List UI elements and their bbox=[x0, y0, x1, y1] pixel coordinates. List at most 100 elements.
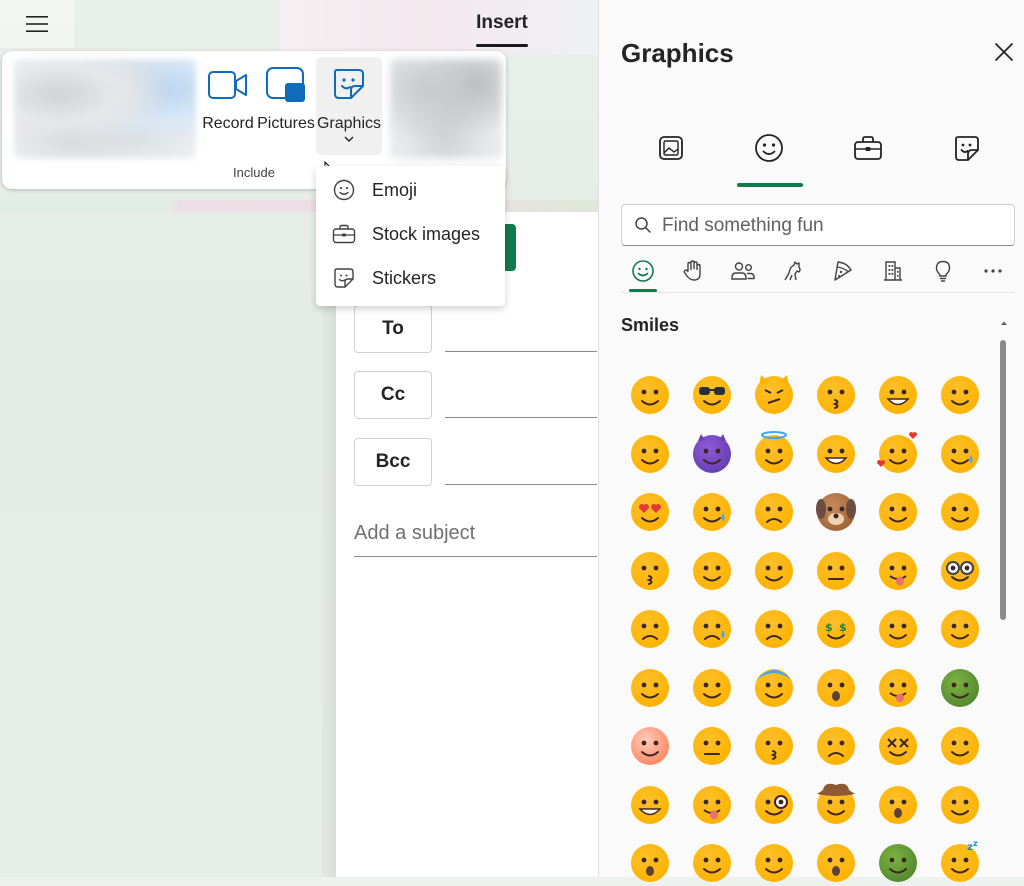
relieved-face-emoji[interactable] bbox=[937, 489, 983, 535]
nerd-face-emoji[interactable] bbox=[937, 548, 983, 594]
sleeping-face-emoji[interactable]: zz bbox=[937, 840, 983, 886]
woozy-face-emoji[interactable] bbox=[937, 723, 983, 769]
sunglasses-face-emoji[interactable] bbox=[689, 372, 735, 418]
menu-item-emoji[interactable]: Emoji bbox=[316, 168, 505, 212]
smirk-face-emoji[interactable] bbox=[689, 665, 735, 711]
shushing-face-emoji[interactable] bbox=[937, 606, 983, 652]
pleading-face-emoji[interactable] bbox=[689, 548, 735, 594]
category-divider bbox=[621, 292, 1015, 293]
neutral-face-emoji[interactable] bbox=[813, 548, 859, 594]
dotted-face-emoji[interactable] bbox=[627, 723, 673, 769]
tab-stickers[interactable] bbox=[947, 128, 987, 168]
vomiting-face-emoji[interactable] bbox=[937, 665, 983, 711]
frowning-face-emoji[interactable] bbox=[627, 606, 673, 652]
weary-face-emoji[interactable] bbox=[875, 489, 921, 535]
subject-input[interactable]: Add a subject bbox=[354, 522, 475, 545]
to-field[interactable] bbox=[445, 351, 597, 352]
graphics-dropdown-menu: Emoji Stock images Stickers bbox=[316, 166, 505, 306]
to-button[interactable]: To bbox=[354, 305, 432, 353]
tab-stock-images[interactable] bbox=[848, 128, 888, 168]
kissing-face-emoji[interactable] bbox=[813, 372, 859, 418]
big-grin-face-emoji[interactable] bbox=[627, 782, 673, 828]
category-hands[interactable] bbox=[678, 256, 708, 286]
angry-cat-emoji[interactable] bbox=[751, 372, 797, 418]
kissing-closed-eyes-face-emoji[interactable] bbox=[751, 723, 797, 769]
smiling-face-emoji[interactable] bbox=[627, 372, 673, 418]
monocle-face-emoji[interactable] bbox=[751, 782, 797, 828]
hushed-face-emoji[interactable] bbox=[813, 840, 859, 886]
screaming-face-emoji[interactable] bbox=[627, 840, 673, 886]
sweat-smile-face-emoji[interactable] bbox=[689, 489, 735, 535]
category-more[interactable] bbox=[978, 256, 1008, 286]
anxious-face-emoji[interactable] bbox=[751, 606, 797, 652]
category-people[interactable] bbox=[728, 256, 758, 286]
smiling-eyes-face-emoji[interactable] bbox=[937, 372, 983, 418]
menu-item-stickers[interactable]: Stickers bbox=[316, 256, 505, 300]
tab-insert[interactable]: Insert bbox=[470, 12, 534, 47]
nauseated-face-emoji[interactable] bbox=[875, 840, 921, 886]
people-icon bbox=[731, 262, 755, 280]
search-input[interactable] bbox=[660, 211, 1004, 241]
cc-button[interactable]: Cc bbox=[354, 371, 432, 419]
astonished-face-emoji[interactable] bbox=[875, 782, 921, 828]
more-icon bbox=[984, 269, 1002, 273]
active-pane-tab-indicator bbox=[737, 183, 803, 187]
tab-emoji[interactable] bbox=[749, 128, 789, 168]
pensive-face-emoji[interactable] bbox=[689, 840, 735, 886]
image-icon bbox=[659, 136, 683, 160]
graphics-button[interactable]: Graphics bbox=[316, 57, 382, 155]
smiling-devil-emoji[interactable] bbox=[689, 431, 735, 477]
scrollbar-thumb[interactable] bbox=[1000, 340, 1006, 620]
heart-eyes-face-emoji[interactable] bbox=[627, 489, 673, 535]
tab-images[interactable] bbox=[651, 128, 691, 168]
category-smiles[interactable] bbox=[628, 256, 658, 286]
active-category-indicator bbox=[629, 289, 657, 292]
background-band bbox=[0, 200, 600, 212]
fearful-face-emoji[interactable] bbox=[751, 665, 797, 711]
beaming-face-emoji[interactable] bbox=[813, 431, 859, 477]
wink-face-emoji[interactable] bbox=[751, 548, 797, 594]
open-mouth-face-emoji[interactable] bbox=[813, 665, 859, 711]
disappointed-face-emoji[interactable] bbox=[751, 489, 797, 535]
menu-button[interactable] bbox=[0, 0, 74, 48]
winking-tongue-face-emoji[interactable] bbox=[875, 665, 921, 711]
expressionless-face-emoji[interactable] bbox=[689, 723, 735, 769]
salute-face-emoji[interactable] bbox=[627, 665, 673, 711]
cowboy-face-emoji[interactable] bbox=[813, 782, 859, 828]
menu-item-stock-images[interactable]: Stock images bbox=[316, 212, 505, 256]
slightly-smiling-face-emoji[interactable] bbox=[627, 431, 673, 477]
kiss-heart-face-emoji[interactable] bbox=[627, 548, 673, 594]
dizzy-face-emoji[interactable] bbox=[875, 723, 921, 769]
squinting-face-emoji[interactable] bbox=[937, 782, 983, 828]
bcc-button[interactable]: Bcc bbox=[354, 438, 432, 486]
cc-field[interactable] bbox=[445, 417, 597, 418]
money-face-emoji[interactable]: $ $ bbox=[813, 606, 859, 652]
dog-face-emoji[interactable] bbox=[813, 489, 859, 535]
grinning-face-emoji[interactable] bbox=[875, 372, 921, 418]
pictures-icon bbox=[266, 67, 305, 102]
thinking-face-emoji[interactable] bbox=[751, 840, 797, 886]
category-animals[interactable] bbox=[778, 256, 808, 286]
active-tab-indicator bbox=[476, 44, 528, 47]
category-food[interactable] bbox=[828, 256, 858, 286]
crying-face-emoji[interactable] bbox=[689, 606, 735, 652]
upside-down-face-emoji[interactable] bbox=[875, 606, 921, 652]
section-title: Smiles bbox=[621, 315, 680, 335]
silly-tongue-face-emoji[interactable] bbox=[689, 782, 735, 828]
halo-face-emoji[interactable] bbox=[751, 430, 797, 477]
record-button[interactable]: Record bbox=[198, 61, 258, 133]
chevron-up-icon[interactable] bbox=[1000, 320, 1008, 326]
pictures-button[interactable]: Pictures bbox=[256, 61, 316, 133]
hearts-face-emoji[interactable] bbox=[875, 431, 921, 477]
tear-face-emoji[interactable] bbox=[937, 431, 983, 477]
close-button[interactable] bbox=[992, 40, 1016, 64]
category-travel[interactable] bbox=[878, 256, 908, 286]
bcc-field[interactable] bbox=[445, 484, 597, 485]
compose-edge bbox=[322, 212, 336, 877]
category-objects[interactable] bbox=[928, 256, 958, 286]
tongue-face-emoji[interactable] bbox=[875, 548, 921, 594]
food-icon bbox=[834, 261, 852, 281]
svg-text:$: $ bbox=[839, 621, 847, 634]
emoji-search-box[interactable] bbox=[621, 204, 1015, 246]
confused-face-emoji[interactable] bbox=[813, 723, 859, 769]
